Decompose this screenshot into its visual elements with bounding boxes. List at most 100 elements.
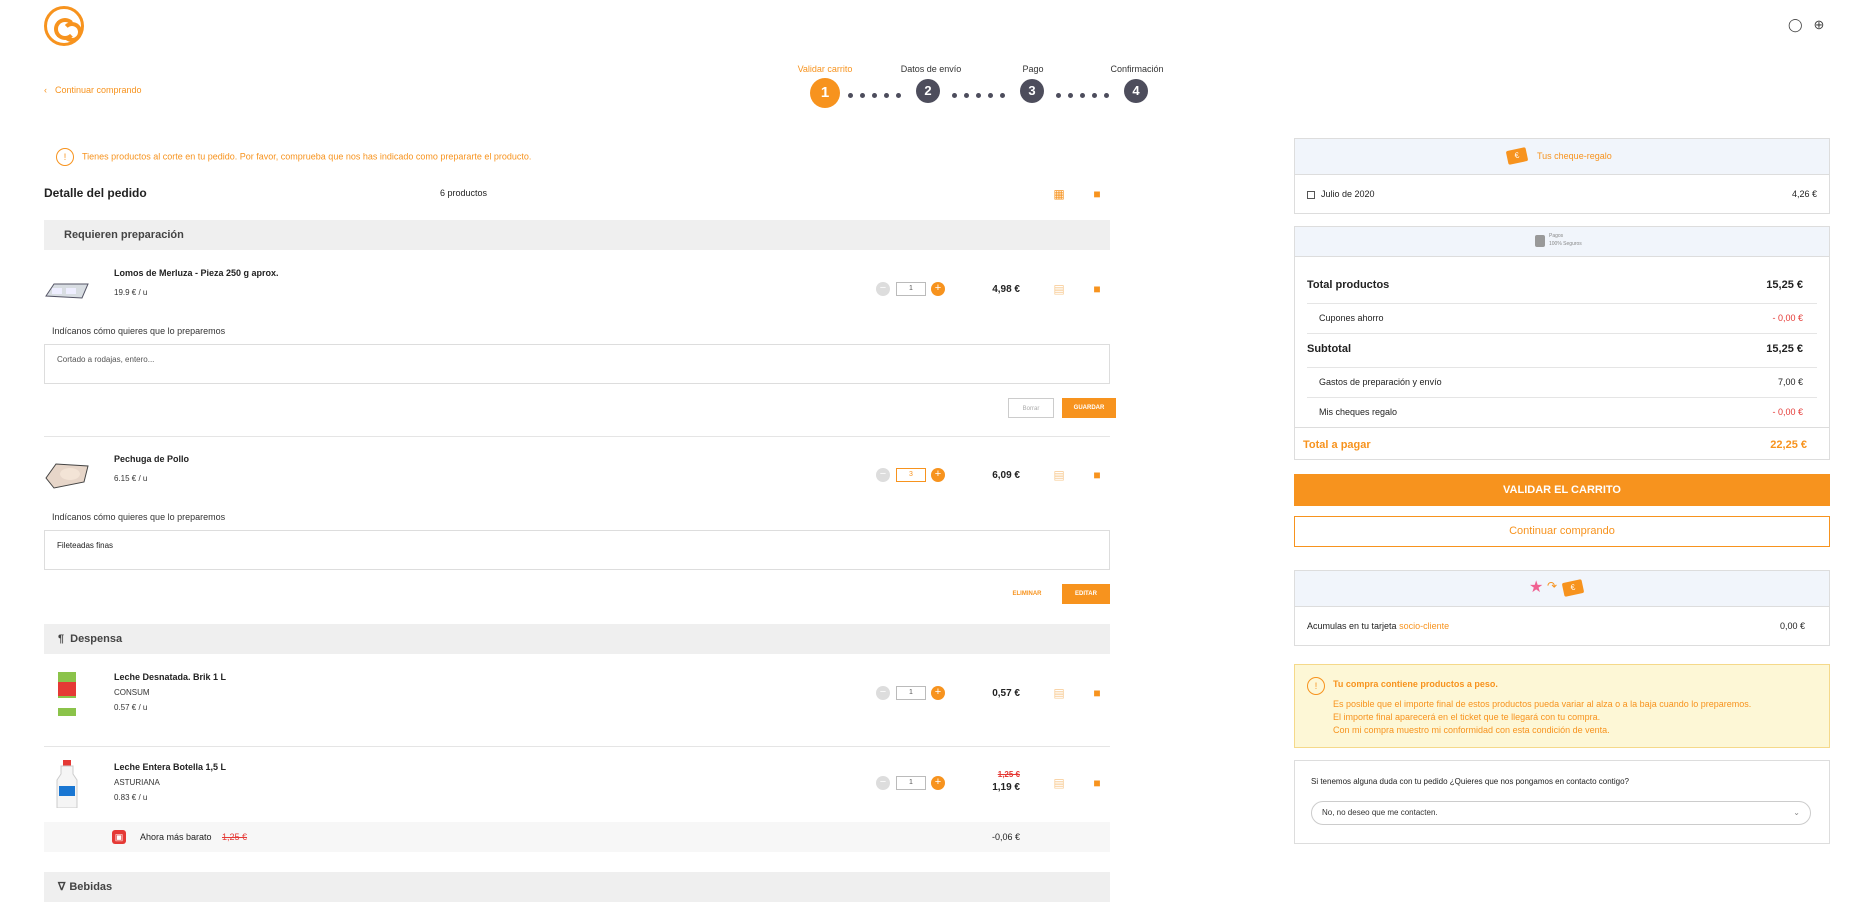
decrease-button[interactable]: − — [876, 282, 890, 296]
step-label-4: Confirmación — [1110, 64, 1164, 74]
product-name[interactable]: Pechuga de Pollo — [114, 454, 189, 464]
product-name[interactable]: Leche Entera Botella 1,5 L — [114, 762, 226, 772]
increase-button[interactable]: + — [931, 282, 945, 296]
product-old-price: 1,25 € — [997, 770, 1020, 779]
divider — [1307, 367, 1817, 368]
step-label-2: Datos de envío — [900, 64, 962, 74]
card-value: 0,00 € — [1779, 621, 1805, 631]
calendar-icon[interactable]: ▦ — [1052, 187, 1066, 201]
quantity-value[interactable]: 1 — [896, 686, 926, 700]
note-icon[interactable]: ▤ — [1052, 282, 1066, 296]
step-dot — [848, 93, 853, 98]
product-unit-price: 6.15 € / u — [114, 474, 148, 483]
section-prep: Requieren preparación — [44, 220, 1110, 250]
step-dot — [1056, 93, 1061, 98]
delete-prep-button[interactable]: ELIMINAR — [1004, 584, 1050, 604]
trash-icon[interactable]: ■ — [1090, 468, 1104, 482]
decrease-button[interactable]: − — [876, 776, 890, 790]
quantity-value[interactable]: 1 — [896, 282, 926, 296]
product-price: 1,19 € — [992, 782, 1020, 793]
product-count: 6 productos — [440, 188, 488, 198]
save-button[interactable]: GUARDAR — [1062, 398, 1116, 418]
cheque-icon: € — [1561, 579, 1585, 597]
cheque-icon: € — [1505, 147, 1529, 165]
weight-notice-line2: El importe final aparecerá en el ticket … — [1333, 712, 1601, 722]
chevron-left-icon: ‹ — [44, 85, 47, 95]
step-dot — [976, 93, 981, 98]
glass-icon: ∇ — [58, 881, 66, 893]
step-1: 1 — [810, 78, 840, 108]
note-icon[interactable]: ▤ — [1052, 468, 1066, 482]
note-icon[interactable]: ▤ — [1052, 776, 1066, 790]
step-4: 4 — [1124, 79, 1148, 103]
gift-cheques-panel: € Tus cheque-regalo Julio de 2020 4,26 € — [1294, 138, 1830, 214]
continue-shopping-button[interactable]: Continuar comprando — [1294, 516, 1830, 547]
trash-icon[interactable]: ■ — [1090, 282, 1104, 296]
my-cheques-row: Mis cheques regalo - 0,00 € — [1319, 407, 1803, 417]
clear-button[interactable]: Borrar — [1008, 398, 1054, 418]
cheque-value: 4,26 € — [1791, 189, 1817, 199]
globe-icon[interactable]: ⊕ — [1812, 18, 1826, 32]
step-dot — [1092, 93, 1097, 98]
product-image-leche-entera[interactable] — [44, 760, 90, 809]
cheque-checkbox[interactable] — [1307, 191, 1315, 199]
brand-logo[interactable] — [44, 6, 84, 46]
socio-cliente-link[interactable]: socio-cliente — [1399, 621, 1449, 631]
prep-question: Indícanos cómo quieres que lo preparemos — [52, 512, 226, 522]
note-icon[interactable]: ▤ — [1052, 686, 1066, 700]
edit-button[interactable]: EDITAR — [1062, 584, 1110, 604]
product-image-merluza[interactable] — [44, 270, 90, 310]
weight-notice-line1: Es posible que el importe final de estos… — [1333, 699, 1752, 709]
promo-label: Ahora más barato — [140, 832, 212, 842]
increase-button[interactable]: + — [931, 686, 945, 700]
card-accumulation-label: Acumulas en tu tarjeta socio-cliente — [1307, 621, 1450, 631]
total-products-row: Total productos 15,25 € — [1307, 279, 1803, 291]
increase-button[interactable]: + — [931, 468, 945, 482]
step-3: 3 — [1020, 79, 1044, 103]
divider — [1295, 427, 1829, 428]
weight-notice-title: Tu compra contiene productos a peso. — [1333, 679, 1498, 689]
total-to-pay-row: Total a pagar 22,25 € — [1303, 439, 1807, 451]
weight-notice-line3: Con mi compra muestro mi conformidad con… — [1333, 725, 1610, 735]
product-image-pollo[interactable] — [44, 454, 90, 494]
coupons-row: Cupones ahorro - 0,00 € — [1319, 313, 1803, 323]
divider — [44, 436, 1110, 437]
quantity-value[interactable]: 1 — [896, 776, 926, 790]
decrease-button[interactable]: − — [876, 686, 890, 700]
arrow-icon: ↷ — [1547, 579, 1558, 593]
quantity-value[interactable]: 3 — [896, 468, 926, 482]
divider — [1307, 303, 1817, 304]
validate-cart-button[interactable]: VALIDAR EL CARRITO — [1294, 474, 1830, 506]
product-image-leche-desnatada[interactable] — [44, 672, 90, 716]
decrease-button[interactable]: − — [876, 468, 890, 482]
product-name[interactable]: Lomos de Merluza - Pieza 250 g aprox. — [114, 268, 279, 278]
section-drinks: ∇ Bebidas — [44, 872, 1110, 902]
trash-icon[interactable]: ■ — [1090, 776, 1104, 790]
secure-payment-header: Pagos 100% Seguros — [1295, 227, 1829, 257]
cutlery-icon: ¶ — [58, 633, 65, 645]
product-unit-price: 0.83 € / u — [114, 793, 148, 802]
secure-line2: 100% Seguros — [1549, 241, 1582, 247]
headset-icon[interactable]: ◯ — [1788, 18, 1803, 32]
offer-icon: ▣ — [112, 830, 126, 844]
subtotal-row: Subtotal 15,25 € — [1307, 343, 1803, 355]
step-dot — [860, 93, 865, 98]
product-unit-price: 19.9 € / u — [114, 288, 148, 297]
prep-input[interactable]: Cortado a rodajas, entero... — [44, 344, 1110, 384]
section-pantry: ¶ Despensa — [44, 624, 1110, 654]
contact-preference-select[interactable]: No, no deseo que me contacten. ⌄ — [1311, 801, 1811, 825]
trash-all-icon[interactable]: ■ — [1090, 187, 1104, 201]
prep-input[interactable]: Fileteadas finas — [44, 530, 1110, 570]
step-dot — [964, 93, 969, 98]
product-brand: CONSUM — [114, 688, 150, 697]
warning-icon: ! — [56, 148, 74, 166]
increase-button[interactable]: + — [931, 776, 945, 790]
step-label-3: Pago — [1022, 64, 1044, 74]
loyalty-header: ★ ↷ € — [1295, 571, 1829, 607]
step-dot — [1068, 93, 1073, 98]
step-dot — [952, 93, 957, 98]
continue-shopping-link[interactable]: ‹ Continuar comprando — [44, 85, 142, 95]
totals-panel: Pagos 100% Seguros Total productos 15,25 … — [1294, 226, 1830, 460]
trash-icon[interactable]: ■ — [1090, 686, 1104, 700]
product-name[interactable]: Leche Desnatada. Brik 1 L — [114, 672, 226, 682]
